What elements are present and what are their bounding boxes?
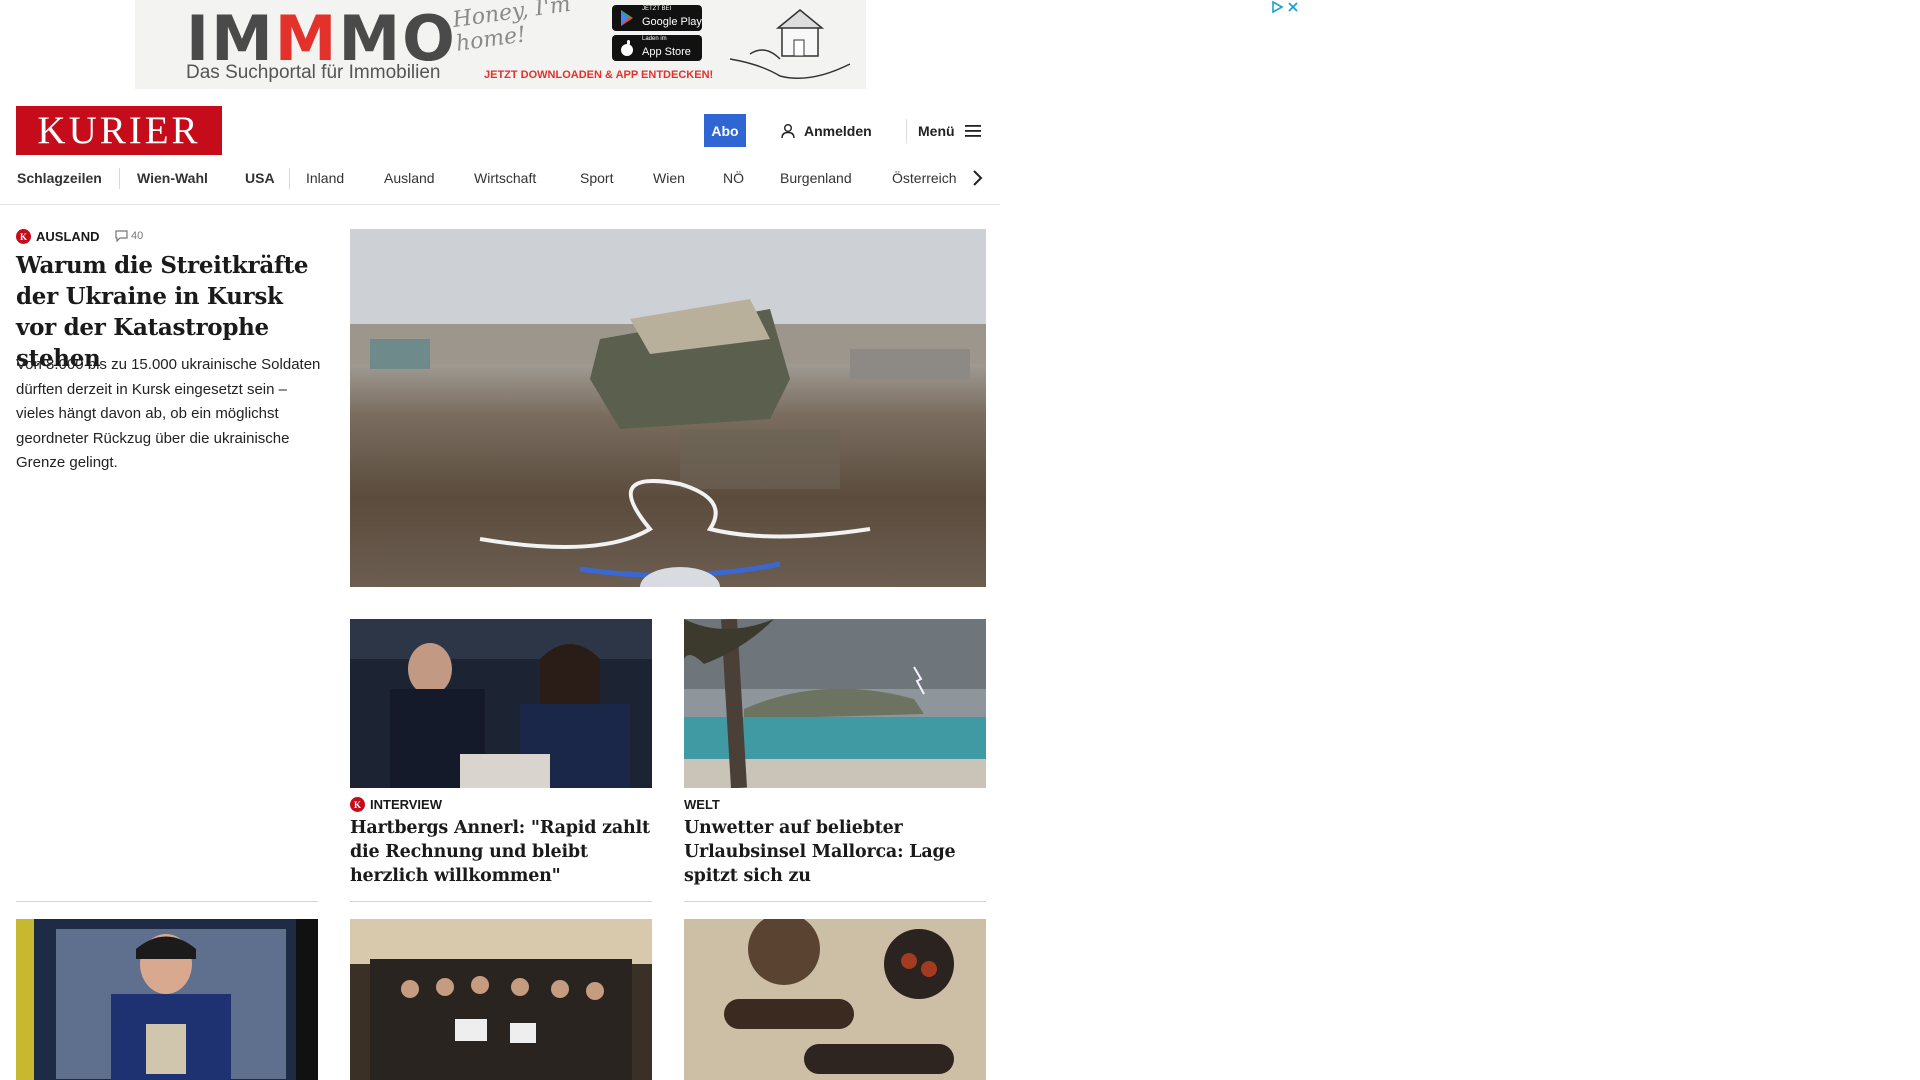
comment-icon	[115, 230, 128, 242]
login-button[interactable]: Anmelden	[780, 114, 872, 147]
card-category-label: INTERVIEW	[370, 797, 442, 812]
nav-item-ausland[interactable]: Ausland	[384, 164, 435, 204]
nav-item-wirtschaft[interactable]: Wirtschaft	[474, 164, 536, 204]
kurier-logo[interactable]: KURIER	[16, 106, 222, 155]
nav-separator	[119, 168, 120, 189]
main-article-teaser: Von 8.000 bis zu 15.000 ukrainische Sold…	[16, 356, 321, 471]
food-plates-image	[684, 919, 986, 1080]
nav-item-schlagzeilen[interactable]: Schlagzeilen	[17, 164, 102, 204]
main-article-category[interactable]: K AUSLAND	[16, 229, 100, 244]
menu-button[interactable]: Menü	[918, 114, 981, 147]
login-label: Anmelden	[804, 122, 872, 139]
nav-item-inland[interactable]: Inland	[306, 164, 344, 204]
google-play-icon	[621, 10, 633, 26]
mallorca-storm-photo-image	[684, 619, 986, 788]
card-headline-interview[interactable]: Hartbergs Annerl: "Rapid zahlt die Rechn…	[350, 816, 655, 888]
user-icon	[781, 123, 795, 138]
card-category-interview[interactable]: K INTERVIEW	[350, 797, 442, 812]
main-article-image[interactable]	[350, 229, 986, 587]
crowd-celebration-image	[350, 919, 652, 1080]
kurier-plus-badge-icon: K	[16, 229, 31, 244]
app-store-badge[interactable]: Laden im App Store	[612, 35, 702, 61]
header-divider	[906, 119, 907, 143]
nav-item-usa[interactable]: USA	[245, 164, 275, 204]
card-divider	[16, 901, 318, 902]
google-play-badge[interactable]: JETZT BEI Google Play	[612, 5, 702, 31]
card-image-bottom-2[interactable]	[350, 919, 652, 1080]
card-headline-welt[interactable]: Unwetter auf beliebter Urlaubsinsel Mall…	[684, 816, 989, 888]
ad-banner[interactable]: IMMMO Honey, I'm home! Das Suchportal fü…	[135, 0, 866, 89]
ad-subtitle: Das Suchportal für Immobilien	[186, 62, 441, 83]
shop-camera-image	[16, 919, 318, 1080]
main-article-category-label: AUSLAND	[36, 229, 100, 244]
card-image-welt[interactable]	[684, 619, 986, 788]
card-image-interview[interactable]	[350, 619, 652, 788]
nav-item-burgenland[interactable]: Burgenland	[780, 164, 852, 204]
nav-item-sport[interactable]: Sport	[580, 164, 613, 204]
card-image-bottom-3[interactable]	[684, 919, 986, 1080]
close-icon[interactable]	[1288, 2, 1298, 12]
card-divider	[350, 901, 652, 902]
menu-label: Menü	[918, 122, 955, 139]
section-nav: Schlagzeilen Wien-Wahl USA Inland Auslan…	[0, 164, 1000, 205]
ad-script-text: Honey, I'm home!	[451, 0, 573, 57]
comment-count[interactable]: 40	[115, 230, 143, 242]
nav-item-oesterreich[interactable]: Österreich	[892, 164, 957, 204]
card-image-bottom-1[interactable]	[16, 919, 318, 1080]
ad-controls[interactable]	[1271, 0, 1301, 16]
house-in-hand-illustration	[729, 9, 851, 79]
police-officers-photo-image	[350, 619, 652, 788]
card-category-welt[interactable]: WELT	[684, 797, 720, 812]
card-divider	[684, 901, 986, 902]
abo-button[interactable]: Abo	[704, 114, 746, 147]
tank-photo-image	[350, 229, 986, 587]
ad-cta[interactable]: JETZT DOWNLOADEN & APP ENTDECKEN!	[484, 69, 713, 81]
nav-item-wien-wahl[interactable]: Wien-Wahl	[137, 164, 208, 204]
kurier-plus-badge-icon: K	[350, 797, 365, 812]
nav-item-noe[interactable]: NÖ	[723, 164, 744, 204]
apple-icon	[621, 40, 633, 56]
comment-count-value: 40	[131, 230, 144, 242]
adchoices-icon[interactable]	[1272, 0, 1284, 14]
nav-separator	[289, 168, 290, 189]
card-category-label: WELT	[684, 797, 720, 812]
nav-item-wien[interactable]: Wien	[653, 164, 685, 204]
chevron-right-icon[interactable]	[970, 168, 986, 188]
hamburger-icon	[964, 124, 981, 137]
